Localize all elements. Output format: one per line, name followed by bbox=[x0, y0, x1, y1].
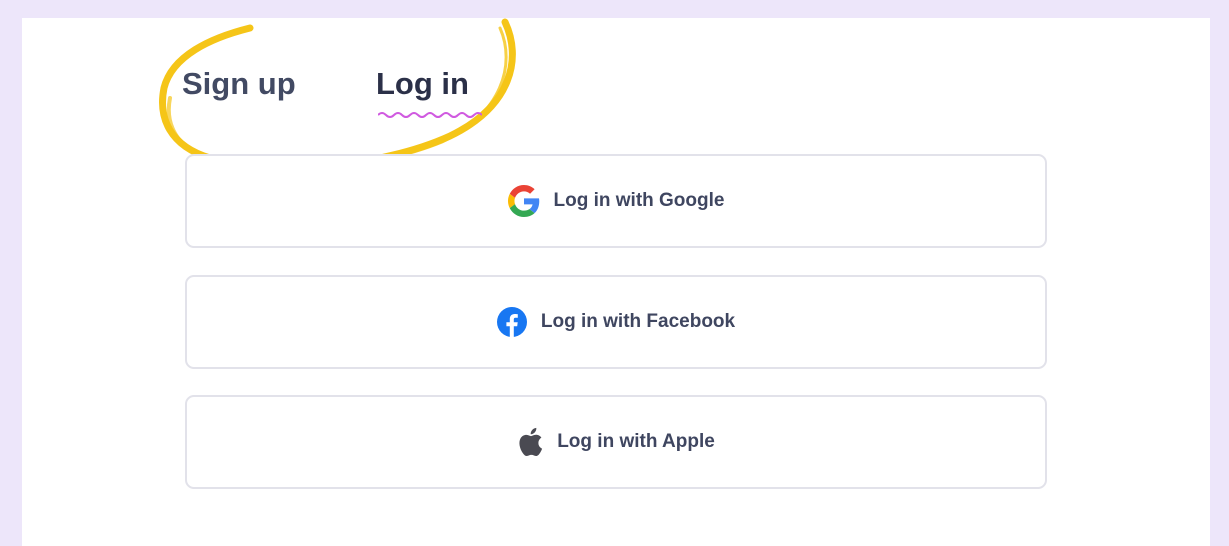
login-panel: Sign up Log in Log in with Google Log in… bbox=[22, 18, 1210, 546]
tab-log-in[interactable]: Log in bbox=[376, 66, 469, 102]
facebook-button-label: Log in with Facebook bbox=[540, 311, 736, 332]
google-button-label: Log in with Google bbox=[553, 190, 725, 211]
google-icon bbox=[507, 185, 540, 217]
apple-icon bbox=[517, 427, 543, 457]
active-tab-underline bbox=[378, 112, 482, 118]
login-with-apple-button[interactable]: Log in with Apple bbox=[185, 395, 1047, 489]
apple-button-label: Log in with Apple bbox=[557, 431, 715, 452]
login-with-google-button[interactable]: Log in with Google bbox=[185, 154, 1047, 248]
login-with-facebook-button[interactable]: Log in with Facebook bbox=[185, 275, 1047, 369]
facebook-icon bbox=[496, 307, 527, 337]
tab-sign-up[interactable]: Sign up bbox=[182, 66, 296, 102]
